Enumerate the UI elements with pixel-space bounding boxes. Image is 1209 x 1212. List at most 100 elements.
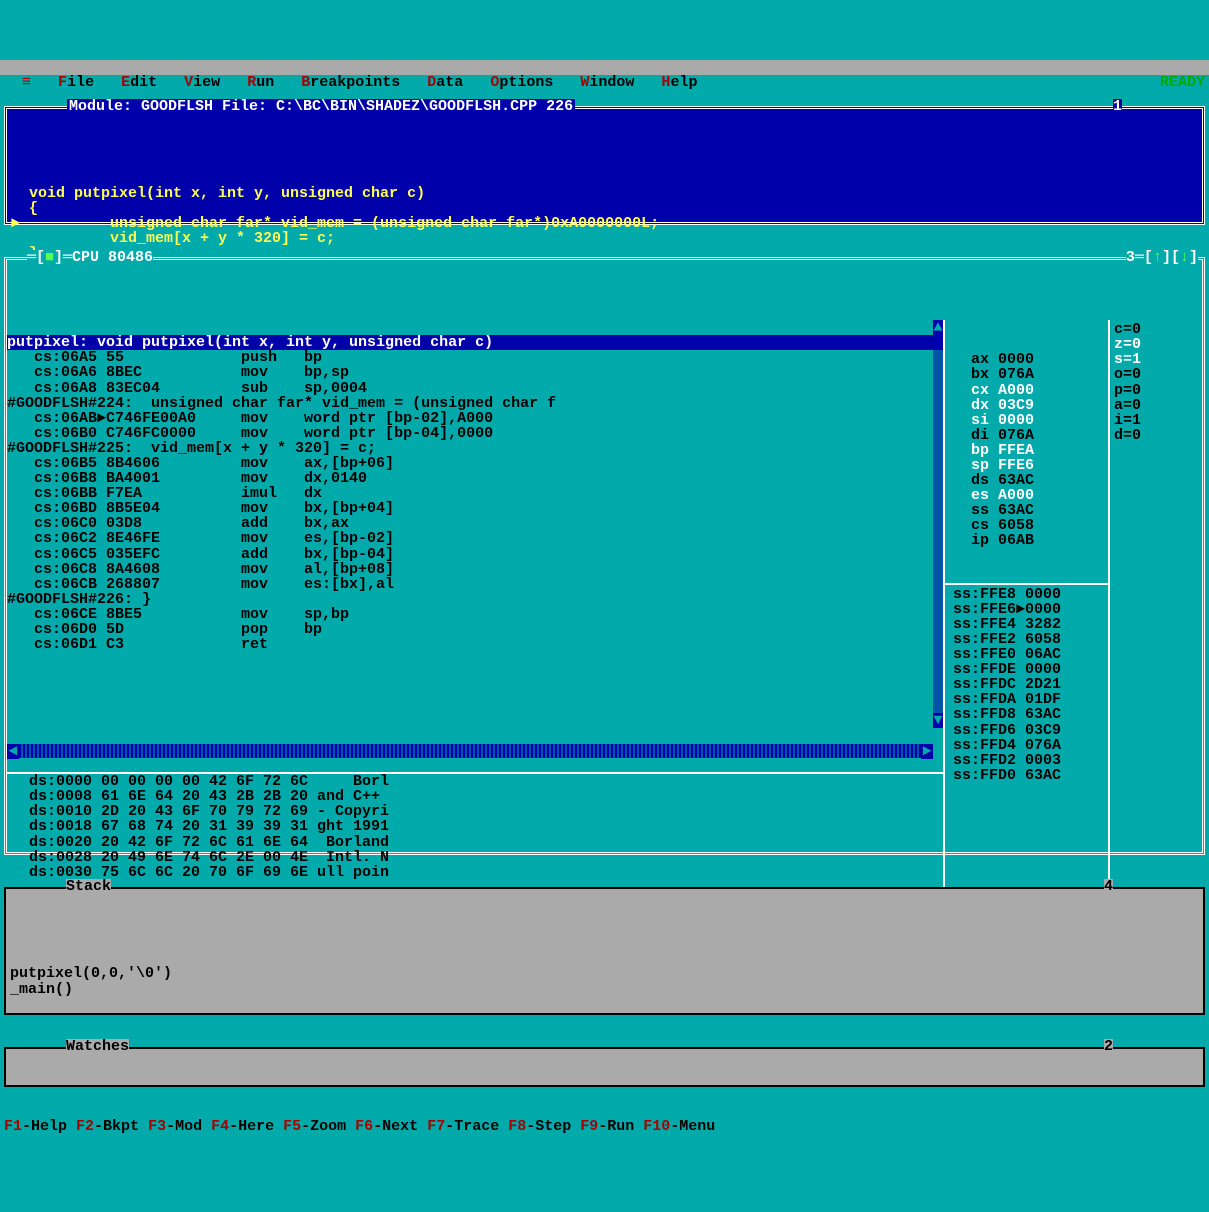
register-cx[interactable]: cx A000: [953, 383, 1100, 398]
scroll-up-arrow-icon[interactable]: ▲: [933, 320, 943, 335]
watches-window[interactable]: Watches 2: [4, 1047, 1205, 1087]
flag-a[interactable]: a=0: [1114, 398, 1166, 413]
scroll-up-icon[interactable]: ↑: [1153, 249, 1162, 266]
system-menu-icon[interactable]: ≡: [22, 74, 31, 91]
function-signature[interactable]: putpixel: void putpixel(int x, int y, un…: [7, 335, 943, 350]
register-sp[interactable]: sp FFE6: [953, 458, 1100, 473]
disasm-line[interactable]: cs:06BD 8B5E04 mov bx,[bp+04]: [7, 501, 943, 516]
stack-frame[interactable]: _main(): [10, 981, 73, 998]
register-di[interactable]: di 076A: [953, 428, 1100, 443]
dump-line[interactable]: ds:0018 67 68 74 20 31 39 39 31 ght 1991: [11, 819, 943, 834]
flag-c[interactable]: c=0: [1114, 322, 1166, 337]
stack-mem-line[interactable]: ss:FFE4 3282: [953, 617, 1100, 632]
register-si[interactable]: si 0000: [953, 413, 1100, 428]
scroll-down-icon[interactable]: ↓: [1180, 249, 1189, 266]
menu-window[interactable]: Window: [580, 74, 634, 91]
fkey-f10[interactable]: F10: [643, 1118, 670, 1135]
stack-memory-pane[interactable]: ss:FFE8 0000ss:FFE6►0000ss:FFE4 3282ss:F…: [945, 583, 1108, 783]
menubar[interactable]: ≡ File Edit View Run Breakpoints Data Op…: [0, 60, 1209, 75]
registers-pane[interactable]: ax 0000 bx 076A cx A000 dx 03C9 si 0000 …: [945, 320, 1110, 912]
dump-line[interactable]: ds:0010 2D 20 43 6F 70 79 72 69 - Copyri: [11, 804, 943, 819]
register-dx[interactable]: dx 03C9: [953, 398, 1100, 413]
call-stack-body[interactable]: putpixel(0,0,'\0') _main(): [6, 949, 1203, 998]
vertical-scrollbar[interactable]: ▲▼: [933, 320, 943, 728]
dump-line[interactable]: ds:0020 20 42 6F 72 6C 61 6E 64 Borland: [11, 835, 943, 850]
disasm-line[interactable]: cs:06B8 BA4001 mov dx,0140: [7, 471, 943, 486]
dump-line[interactable]: ds:0030 75 6C 6C 20 70 6F 69 6E ull poin: [11, 865, 943, 880]
stack-mem-line[interactable]: ss:FFE8 0000: [953, 587, 1100, 602]
dump-line[interactable]: ds:0008 61 6E 64 20 43 2B 2B 20 and C++: [11, 789, 943, 804]
menu-edit[interactable]: Edit: [121, 74, 157, 91]
fkey-f5[interactable]: F5: [283, 1118, 301, 1135]
dump-line[interactable]: ds:0000 00 00 00 00 42 6F 72 6C Borl: [11, 774, 943, 789]
disassembly-pane[interactable]: putpixel: void putpixel(int x, int y, un…: [7, 320, 945, 912]
register-bx[interactable]: bx 076A: [953, 367, 1100, 382]
disasm-line[interactable]: cs:06AB►C746FE00A0 mov word ptr [bp-02],…: [7, 411, 943, 426]
cpu-window[interactable]: ═[■]═CPU 80486 3═[↑][↓] putpixel: void p…: [4, 257, 1205, 855]
scroll-thumb[interactable]: [933, 335, 943, 350]
menu-data[interactable]: Data: [427, 74, 463, 91]
menu-options[interactable]: Options: [490, 74, 553, 91]
disasm-line[interactable]: #GOODFLSH#225: vid_mem[x + y * 320] = c;: [7, 441, 943, 456]
register-ss[interactable]: ss 63AC: [953, 503, 1100, 518]
stack-mem-line[interactable]: ss:FFD2 0003: [953, 753, 1100, 768]
stack-mem-line[interactable]: ss:FFD6 03C9: [953, 723, 1100, 738]
disasm-line[interactable]: cs:06A6 8BEC mov bp,sp: [7, 365, 943, 380]
disasm-line[interactable]: cs:06A5 55 push bp: [7, 350, 943, 365]
stack-mem-line[interactable]: ss:FFD4 076A: [953, 738, 1100, 753]
register-bp[interactable]: bp FFEA: [953, 443, 1100, 458]
flags-pane[interactable]: c=0z=0s=1o=0p=0a=0i=1d=0: [1110, 320, 1170, 912]
disasm-line[interactable]: #GOODFLSH#226: }: [7, 592, 943, 607]
disasm-line[interactable]: cs:06CE 8BE5 mov sp,bp: [7, 607, 943, 622]
call-stack-window[interactable]: Stack 4 putpixel(0,0,'\0') _main(): [4, 887, 1205, 1015]
source-line[interactable]: vid_mem[x + y * 320] = c;: [11, 230, 335, 247]
register-ip[interactable]: ip 06AB: [953, 533, 1100, 548]
menu-breakpoints[interactable]: Breakpoints: [301, 74, 400, 91]
flag-d[interactable]: d=0: [1114, 428, 1166, 443]
stack-mem-line[interactable]: ss:FFDC 2D21: [953, 677, 1100, 692]
disasm-line[interactable]: cs:06B0 C746FC0000 mov word ptr [bp-04],…: [7, 426, 943, 441]
stack-mem-line[interactable]: ss:FFE0 06AC: [953, 647, 1100, 662]
dump-line[interactable]: ds:0028 20 49 6E 74 6C 2E 00 4E Intl. N: [11, 850, 943, 865]
stack-mem-line[interactable]: ss:FFD8 63AC: [953, 707, 1100, 722]
disasm-line[interactable]: cs:06D0 5D pop bp: [7, 622, 943, 637]
disasm-line[interactable]: cs:06BB F7EA imul dx: [7, 486, 943, 501]
disasm-line[interactable]: cs:06CB 268807 mov es:[bx],al: [7, 577, 943, 592]
horizontal-scrollbar[interactable]: ◄►: [7, 744, 933, 758]
disasm-line[interactable]: #GOODFLSH#224: unsigned char far* vid_me…: [7, 396, 943, 411]
menu-run[interactable]: Run: [247, 74, 274, 91]
stack-mem-line[interactable]: ss:FFD0 63AC: [953, 768, 1100, 783]
stack-mem-line[interactable]: ss:FFDE 0000: [953, 662, 1100, 677]
disasm-line[interactable]: cs:06C8 8A4608 mov al,[bp+08]: [7, 562, 943, 577]
module-window[interactable]: Module: GOODFLSH File: C:\BC\BIN\SHADEZ\…: [4, 106, 1205, 225]
stack-mem-line[interactable]: ss:FFE2 6058: [953, 632, 1100, 647]
scroll-left-arrow-icon[interactable]: ◄: [7, 744, 19, 759]
disasm-line[interactable]: cs:06A8 83EC04 sub sp,0004: [7, 381, 943, 396]
register-ds[interactable]: ds 63AC: [953, 473, 1100, 488]
disasm-line[interactable]: cs:06C2 8E46FE mov es,[bp-02]: [7, 531, 943, 546]
scroll-right-arrow-icon[interactable]: ►: [921, 744, 933, 759]
disasm-line[interactable]: cs:06B5 8B4606 mov ax,[bp+06]: [7, 456, 943, 471]
register-es[interactable]: es A000: [953, 488, 1100, 503]
fkey-f4[interactable]: F4: [211, 1118, 229, 1135]
flag-z[interactable]: z=0: [1114, 337, 1166, 352]
menu-help[interactable]: Help: [661, 74, 697, 91]
fkey-f7[interactable]: F7: [427, 1118, 445, 1135]
source-code[interactable]: void putpixel(int x, int y, unsigned cha…: [7, 169, 1202, 264]
fkey-f9[interactable]: F9: [580, 1118, 598, 1135]
flag-p[interactable]: p=0: [1114, 383, 1166, 398]
register-ax[interactable]: ax 0000: [953, 352, 1100, 367]
fkey-f1[interactable]: F1: [4, 1118, 22, 1135]
register-cs[interactable]: cs 6058: [953, 518, 1100, 533]
scroll-down-arrow-icon[interactable]: ▼: [933, 713, 943, 728]
menu-view[interactable]: View: [184, 74, 220, 91]
disasm-line[interactable]: cs:06C5 035EFC add bx,[bp-04]: [7, 547, 943, 562]
stack-mem-line[interactable]: ss:FFDA 01DF: [953, 692, 1100, 707]
fkey-f2[interactable]: F2: [76, 1118, 94, 1135]
flag-o[interactable]: o=0: [1114, 367, 1166, 382]
flag-i[interactable]: i=1: [1114, 413, 1166, 428]
menu-file[interactable]: File: [58, 74, 94, 91]
fkey-f6[interactable]: F6: [355, 1118, 373, 1135]
fkey-f8[interactable]: F8: [508, 1118, 526, 1135]
flag-s[interactable]: s=1: [1114, 352, 1166, 367]
